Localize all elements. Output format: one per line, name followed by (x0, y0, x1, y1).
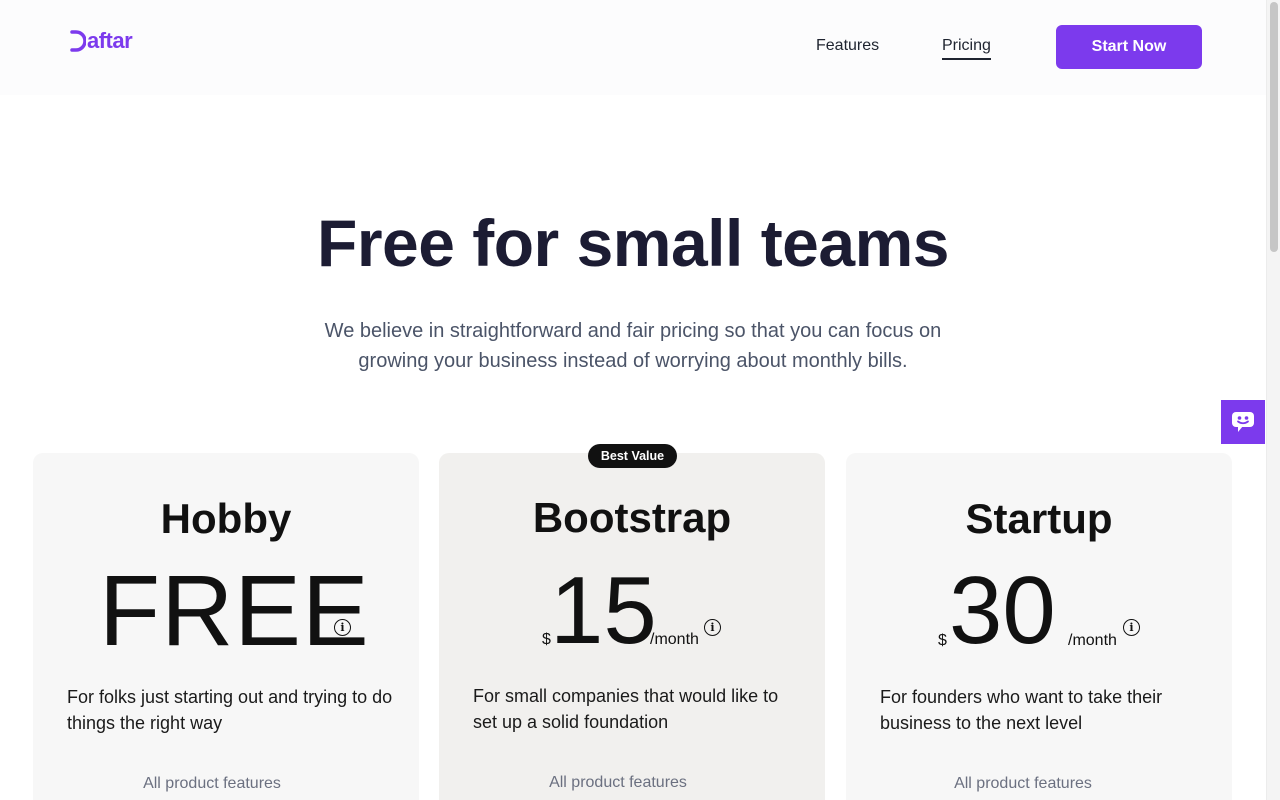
plan-card-bootstrap: Bootstrap $ 15 /month i For small compan… (439, 453, 825, 800)
plan-description: For founders who want to take their busi… (880, 687, 1163, 733)
plan-price: 15 (550, 557, 657, 664)
plan-features-label: All product features (954, 775, 1092, 792)
plan-features-label: All product features (143, 775, 281, 792)
plan-card-hobby: Hobby FREE i For folks just starting out… (33, 453, 419, 800)
price-row: $ 15 /month i (439, 561, 825, 661)
chat-icon (1232, 412, 1254, 432)
page-subtitle: We believe in straightforward and fair p… (324, 320, 942, 372)
plan-card-startup: Startup $ 30 /month i For founders who w… (846, 453, 1232, 800)
plan-period: /month (650, 631, 699, 648)
plan-name: Bootstrap (532, 494, 732, 541)
plan-features-label: All product features (549, 774, 687, 791)
info-icon[interactable]: i (704, 619, 721, 636)
plan-price: 30 (949, 557, 1056, 664)
page-title: Free for small teams (317, 206, 949, 280)
site-header: aftar Features Pricing Start Now (0, 0, 1266, 95)
daftar-logo[interactable]: aftar (70, 28, 133, 54)
plan-name: Hobby (160, 495, 292, 542)
plan-description: For folks just starting out and trying t… (67, 687, 393, 733)
scrollbar-thumb[interactable] (1270, 2, 1278, 252)
logo-text: aftar (87, 28, 133, 53)
best-value-badge: Best Value (588, 444, 677, 468)
price-row: $ 30 /month i (846, 561, 1232, 661)
nav-features-link[interactable]: Features (816, 37, 879, 55)
start-now-button[interactable]: Start Now (1056, 25, 1202, 69)
price-row: FREE i (33, 561, 419, 661)
plan-name: Startup (965, 495, 1113, 542)
plan-period: /month (1068, 632, 1117, 649)
chat-widget-button[interactable] (1221, 400, 1265, 444)
nav-pricing-link[interactable]: Pricing (942, 37, 991, 60)
plan-description: For small companies that would like to s… (473, 686, 779, 732)
plan-price: FREE (99, 555, 370, 667)
page-scrollbar[interactable] (1266, 0, 1280, 800)
logo-mark-icon (70, 30, 86, 52)
info-icon[interactable]: i (1123, 619, 1140, 636)
info-icon[interactable]: i (334, 619, 351, 636)
plan-currency: $ (938, 632, 947, 649)
